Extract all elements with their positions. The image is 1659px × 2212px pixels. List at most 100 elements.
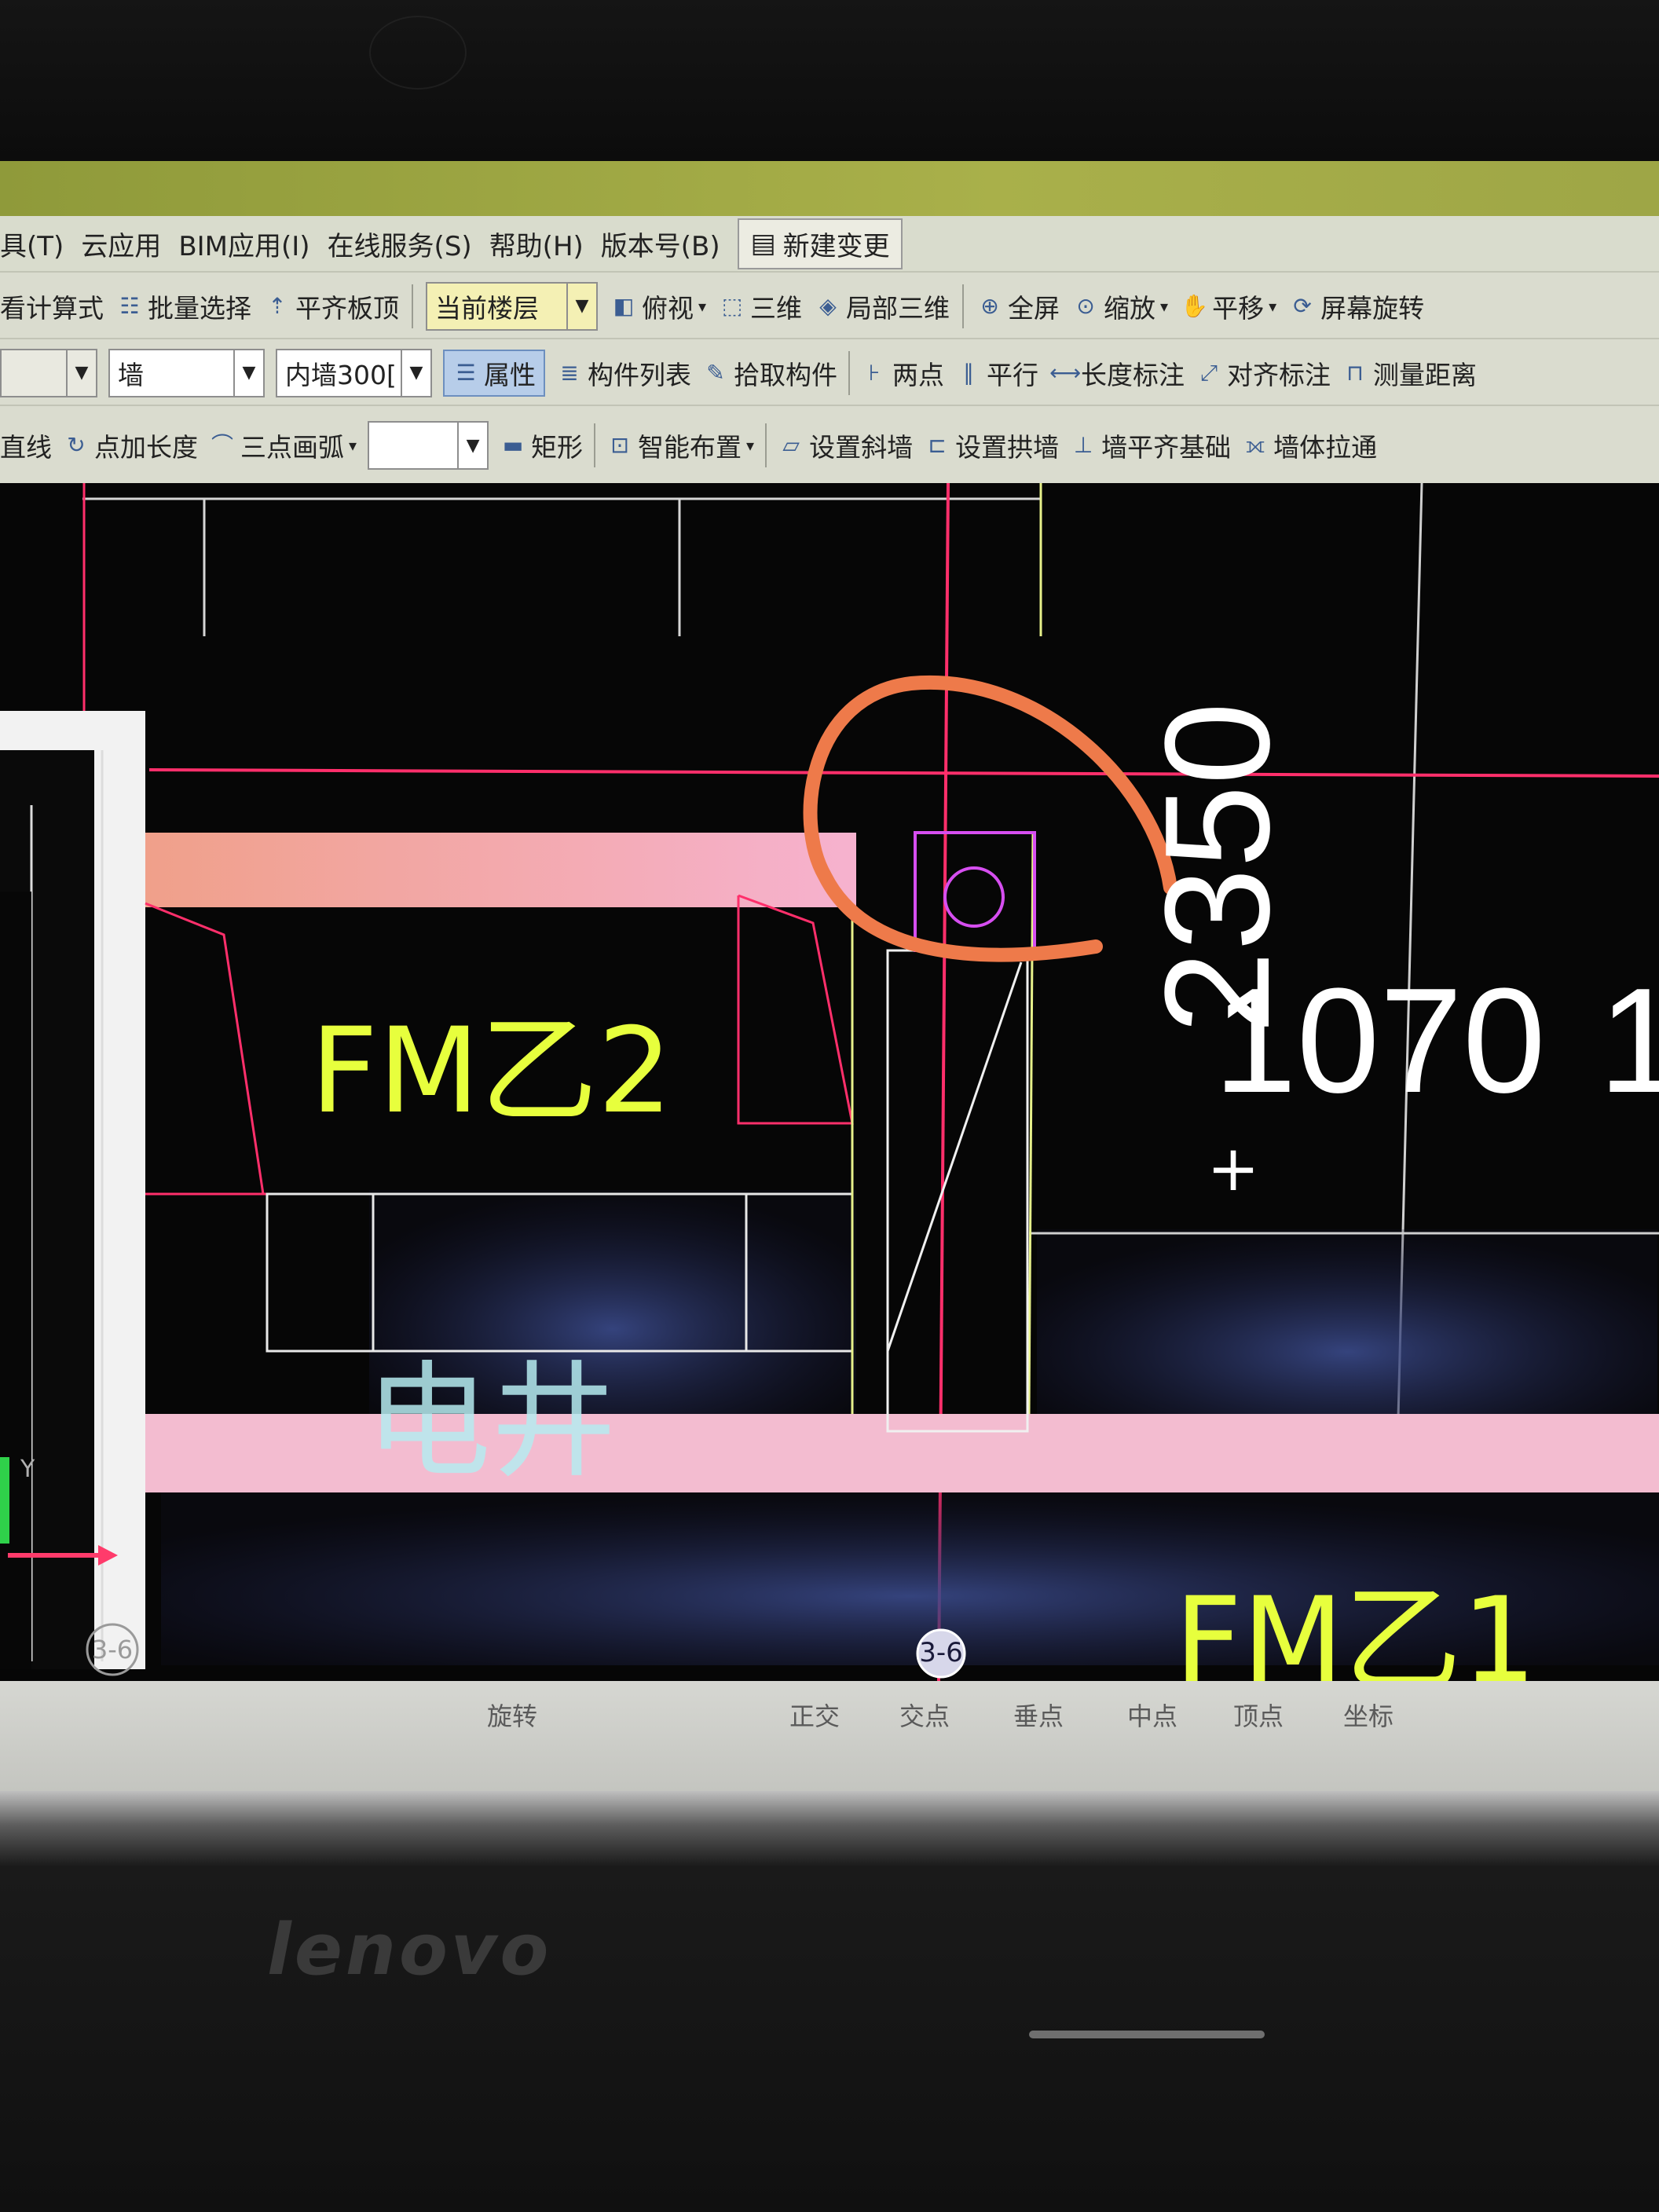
zoom-button[interactable]: ⊙ 缩放 ▾ — [1072, 287, 1168, 325]
rectangle-button[interactable]: ▬ 矩形 — [500, 427, 583, 464]
screen-rotate-button[interactable]: ⟳ 屏幕旋转 — [1289, 287, 1424, 325]
wall-stretch-button[interactable]: ⟗ 墙体拉通 — [1242, 427, 1377, 464]
align-dim-label: 对齐标注 — [1227, 359, 1331, 390]
length-dim-icon: ⟷ — [1049, 359, 1082, 386]
new-change-button[interactable]: ▤ 新建变更 — [737, 218, 903, 269]
fullscreen-label: 全屏 — [1008, 292, 1060, 324]
status-intersection[interactable]: 交点 — [899, 1697, 950, 1733]
batch-select-button[interactable]: ☷ 批量选择 — [116, 287, 251, 325]
eyedropper-icon: ✎ — [706, 359, 725, 386]
status-ortho[interactable]: 正交 — [789, 1697, 840, 1733]
zoom-icon: ⊙ — [1076, 292, 1095, 319]
length-dim-label: 长度标注 — [1081, 359, 1185, 390]
pan-button[interactable]: ✋ 平移 ▾ — [1181, 287, 1276, 325]
door-swing-right — [737, 894, 854, 1125]
wall-stretch-icon: ⟗ — [1245, 432, 1265, 458]
toolbar-separator — [594, 423, 596, 467]
wall-stretch-label: 墙体拉通 — [1273, 432, 1378, 463]
top-view-button[interactable]: ◧ 俯视 ▾ — [610, 287, 706, 325]
point-length-icon: ↻ — [67, 432, 86, 458]
status-vertex[interactable]: 顶点 — [1233, 1697, 1284, 1733]
draw-mode-select[interactable]: ▼ — [368, 421, 489, 470]
local-3d-label: 局部三维 — [846, 292, 950, 324]
parallel-icon: ∥ — [963, 359, 974, 386]
component-list-button[interactable]: ≣ 构件列表 — [556, 354, 691, 392]
align-dim-button[interactable]: ⤢ 对齐标注 — [1196, 354, 1331, 392]
smart-layout-button[interactable]: ⊡ 智能布置 ▾ — [606, 427, 754, 464]
parallel-button[interactable]: ∥ 平行 — [955, 354, 1038, 392]
shaft-outline — [886, 949, 1029, 1433]
view-calc-button[interactable]: 看计算式 — [0, 287, 104, 325]
arc-icon: ⌒ — [211, 432, 233, 458]
point-length-button[interactable]: ↻ 点加长度 — [63, 427, 198, 464]
menu-cloud-apps[interactable]: 云应用 — [81, 225, 161, 263]
wall-align-base-label: 墙平齐基础 — [1101, 432, 1232, 463]
local-3d-button[interactable]: ◈ 局部三维 — [815, 287, 950, 325]
toolbar-view: 看计算式 ☷ 批量选择 ⇡ 平齐板顶 当前楼层 ▼ ◧ 俯视 ▾ ⬚ 三维 ◈ … — [0, 271, 1659, 339]
menu-help[interactable]: 帮助(H) — [489, 225, 584, 263]
ruler-icon: ⊓ — [1346, 359, 1364, 386]
menu-online-service[interactable]: 在线服务(S) — [328, 225, 472, 263]
menu-bim-apps[interactable]: BIM应用(I) — [178, 225, 309, 263]
blank-select[interactable]: ▼ — [0, 348, 97, 397]
shaft-diagonal — [886, 961, 1023, 1352]
two-points-icon: ⊦ — [868, 359, 881, 386]
toolbar-component: ▼ 墙 ▼ 内墙300[ ▼ ☰ 属性 ≣ 构件列表 ✎ 拾取构件 ⊦ 两点 ∥… — [0, 338, 1659, 406]
chevron-down-icon: ▾ — [746, 436, 755, 455]
axis-line-horizontal — [148, 768, 1659, 778]
component-name-select[interactable]: 内墙300[ ▼ — [276, 348, 432, 397]
document-icon: ▤ — [750, 228, 776, 259]
status-midpoint[interactable]: 中点 — [1127, 1697, 1177, 1733]
wall-align-base-button[interactable]: ⊥ 墙平齐基础 — [1070, 427, 1231, 464]
dimension-horizontal-cut: 1 — [1599, 958, 1659, 1124]
measure-distance-button[interactable]: ⊓ 测量距离 — [1342, 354, 1477, 392]
drawing-canvas[interactable]: 3-6 3-6 Y + FM乙2 电井 FM乙1 1070 1 2350 — [0, 483, 1659, 1681]
three-point-arc-button[interactable]: ⌒ 三点画弧 ▾ — [209, 427, 357, 464]
two-points-button[interactable]: ⊦ 两点 — [861, 354, 944, 392]
two-points-label: 两点 — [892, 359, 944, 390]
set-arch-wall-button[interactable]: ⊏ 设置拱墙 — [924, 427, 1059, 464]
attributes-button[interactable]: ☰ 属性 — [443, 349, 545, 397]
component-type-value: 墙 — [118, 359, 144, 390]
screen-rotate-label: 屏幕旋转 — [1320, 292, 1425, 324]
axis-marker-center-label: 3-6 — [919, 1637, 963, 1668]
status-perpendicular[interactable]: 垂点 — [1013, 1697, 1064, 1733]
status-rotate[interactable]: 旋转 — [487, 1697, 537, 1733]
bezel-notch — [1029, 2031, 1265, 2038]
status-bar: 旋转 正交 交点 垂点 中点 顶点 坐标 — [0, 1681, 1659, 1791]
dimension-vertical: 2350 — [1134, 702, 1301, 1035]
pick-component-label: 拾取构件 — [734, 359, 837, 390]
toolbar-draw: 直线 ↻ 点加长度 ⌒ 三点画弧 ▾ ▼ ▬ 矩形 ⊡ 智能布置 ▾ ▱ 设置斜… — [0, 405, 1659, 485]
rectangle-label: 矩形 — [531, 432, 584, 463]
align-slab-top-label: 平齐板顶 — [295, 292, 399, 324]
three-d-button[interactable]: ⬚ 三维 — [719, 287, 802, 325]
chevron-down-icon: ▼ — [401, 350, 430, 396]
fullscreen-button[interactable]: ⊕ 全屏 — [976, 287, 1060, 325]
attributes-label: 属性 — [484, 359, 536, 390]
column-outline — [1027, 832, 1035, 1415]
batch-select-icon: ☷ — [119, 292, 140, 319]
room-fill — [1037, 1229, 1657, 1434]
slope-wall-icon: ▱ — [782, 432, 800, 458]
attributes-icon: ☰ — [456, 359, 476, 386]
zoom-label: 缩放 — [1104, 292, 1156, 324]
set-arch-wall-label: 设置拱墙 — [955, 432, 1060, 463]
three-point-arc-label: 三点画弧 — [240, 432, 344, 463]
menu-bar: 具(T) 云应用 BIM应用(I) 在线服务(S) 帮助(H) 版本号(B) ▤… — [0, 216, 1659, 271]
status-coordinates[interactable]: 坐标 — [1343, 1697, 1393, 1733]
three-d-label: 三维 — [750, 292, 803, 324]
menu-tools[interactable]: 具(T) — [0, 225, 64, 263]
align-slab-top-button[interactable]: ⇡ 平齐板顶 — [264, 287, 399, 325]
current-floor-select[interactable]: 当前楼层 ▼ — [426, 281, 598, 331]
menu-version[interactable]: 版本号(B) — [601, 225, 720, 263]
set-slope-wall-button[interactable]: ▱ 设置斜墙 — [778, 427, 913, 464]
line-button[interactable]: 直线 — [0, 427, 52, 464]
component-type-select[interactable]: 墙 ▼ — [108, 348, 265, 397]
orange-annotation-circle — [803, 675, 1177, 962]
measure-distance-label: 测量距离 — [1373, 359, 1477, 390]
door-label: FM乙2 — [310, 1003, 672, 1140]
pick-component-button[interactable]: ✎ 拾取构件 — [702, 354, 837, 392]
arch-wall-icon: ⊏ — [928, 432, 947, 458]
title-bar — [0, 161, 1659, 220]
length-dim-button[interactable]: ⟷ 长度标注 — [1049, 354, 1185, 392]
